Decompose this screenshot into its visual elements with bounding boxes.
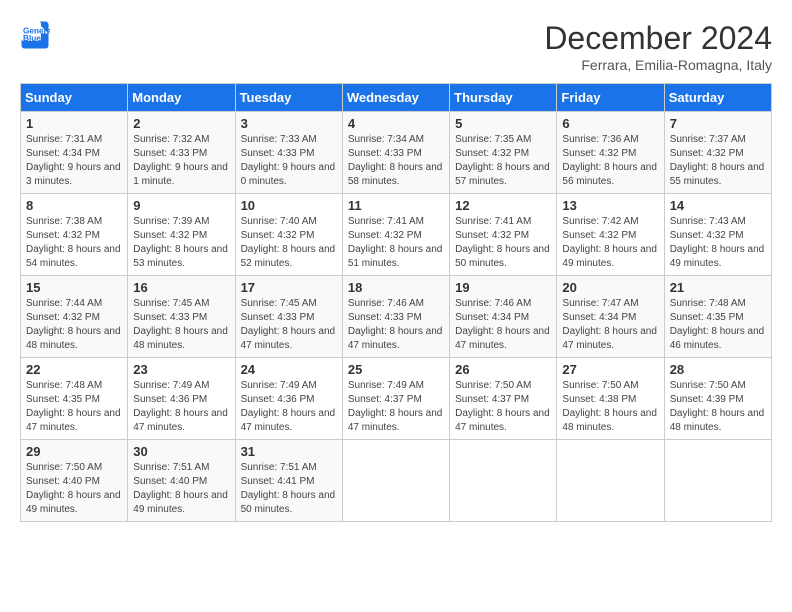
day-cell-8: 8 Sunrise: 7:38 AMSunset: 4:32 PMDayligh… [21,194,128,276]
week-row-1: 1 Sunrise: 7:31 AMSunset: 4:34 PMDayligh… [21,112,772,194]
week-row-2: 8 Sunrise: 7:38 AMSunset: 4:32 PMDayligh… [21,194,772,276]
header-saturday: Saturday [664,84,771,112]
day-cell-25: 25 Sunrise: 7:49 AMSunset: 4:37 PMDaylig… [342,358,449,440]
month-title: December 2024 [544,20,772,57]
day-cell-24: 24 Sunrise: 7:49 AMSunset: 4:36 PMDaylig… [235,358,342,440]
title-area: December 2024 Ferrara, Emilia-Romagna, I… [544,20,772,73]
header-thursday: Thursday [450,84,557,112]
calendar-table: Sunday Monday Tuesday Wednesday Thursday… [20,83,772,522]
day-cell-16: 16 Sunrise: 7:45 AMSunset: 4:33 PMDaylig… [128,276,235,358]
day-cell-15: 15 Sunrise: 7:44 AMSunset: 4:32 PMDaylig… [21,276,128,358]
header: General Blue December 2024 Ferrara, Emil… [20,20,772,73]
day-cell-28: 28 Sunrise: 7:50 AMSunset: 4:39 PMDaylig… [664,358,771,440]
day-cell-27: 27 Sunrise: 7:50 AMSunset: 4:38 PMDaylig… [557,358,664,440]
day-cell-10: 10 Sunrise: 7:40 AMSunset: 4:32 PMDaylig… [235,194,342,276]
day-cell-2: 2 Sunrise: 7:32 AMSunset: 4:33 PMDayligh… [128,112,235,194]
logo-icon: General Blue [20,20,50,50]
logo: General Blue [20,20,50,50]
day-cell-31: 31 Sunrise: 7:51 AMSunset: 4:41 PMDaylig… [235,440,342,522]
day-cell-3: 3 Sunrise: 7:33 AMSunset: 4:33 PMDayligh… [235,112,342,194]
empty-cell-1 [342,440,449,522]
day-cell-21: 21 Sunrise: 7:48 AMSunset: 4:35 PMDaylig… [664,276,771,358]
day-cell-9: 9 Sunrise: 7:39 AMSunset: 4:32 PMDayligh… [128,194,235,276]
day-cell-11: 11 Sunrise: 7:41 AMSunset: 4:32 PMDaylig… [342,194,449,276]
day-cell-18: 18 Sunrise: 7:46 AMSunset: 4:33 PMDaylig… [342,276,449,358]
day-cell-22: 22 Sunrise: 7:48 AMSunset: 4:35 PMDaylig… [21,358,128,440]
header-sunday: Sunday [21,84,128,112]
empty-cell-2 [450,440,557,522]
week-row-3: 15 Sunrise: 7:44 AMSunset: 4:32 PMDaylig… [21,276,772,358]
day-cell-14: 14 Sunrise: 7:43 AMSunset: 4:32 PMDaylig… [664,194,771,276]
empty-cell-3 [557,440,664,522]
day-cell-12: 12 Sunrise: 7:41 AMSunset: 4:32 PMDaylig… [450,194,557,276]
svg-text:Blue: Blue [23,34,41,43]
day-cell-30: 30 Sunrise: 7:51 AMSunset: 4:40 PMDaylig… [128,440,235,522]
day-cell-13: 13 Sunrise: 7:42 AMSunset: 4:32 PMDaylig… [557,194,664,276]
weekday-header-row: Sunday Monday Tuesday Wednesday Thursday… [21,84,772,112]
day-cell-17: 17 Sunrise: 7:45 AMSunset: 4:33 PMDaylig… [235,276,342,358]
header-tuesday: Tuesday [235,84,342,112]
header-friday: Friday [557,84,664,112]
day-cell-29: 29 Sunrise: 7:50 AMSunset: 4:40 PMDaylig… [21,440,128,522]
day-cell-19: 19 Sunrise: 7:46 AMSunset: 4:34 PMDaylig… [450,276,557,358]
location: Ferrara, Emilia-Romagna, Italy [544,57,772,73]
week-row-5: 29 Sunrise: 7:50 AMSunset: 4:40 PMDaylig… [21,440,772,522]
day-cell-26: 26 Sunrise: 7:50 AMSunset: 4:37 PMDaylig… [450,358,557,440]
day-cell-1: 1 Sunrise: 7:31 AMSunset: 4:34 PMDayligh… [21,112,128,194]
header-wednesday: Wednesday [342,84,449,112]
day-cell-5: 5 Sunrise: 7:35 AMSunset: 4:32 PMDayligh… [450,112,557,194]
day-cell-23: 23 Sunrise: 7:49 AMSunset: 4:36 PMDaylig… [128,358,235,440]
day-cell-20: 20 Sunrise: 7:47 AMSunset: 4:34 PMDaylig… [557,276,664,358]
day-cell-7: 7 Sunrise: 7:37 AMSunset: 4:32 PMDayligh… [664,112,771,194]
day-cell-4: 4 Sunrise: 7:34 AMSunset: 4:33 PMDayligh… [342,112,449,194]
empty-cell-4 [664,440,771,522]
day-cell-6: 6 Sunrise: 7:36 AMSunset: 4:32 PMDayligh… [557,112,664,194]
header-monday: Monday [128,84,235,112]
week-row-4: 22 Sunrise: 7:48 AMSunset: 4:35 PMDaylig… [21,358,772,440]
